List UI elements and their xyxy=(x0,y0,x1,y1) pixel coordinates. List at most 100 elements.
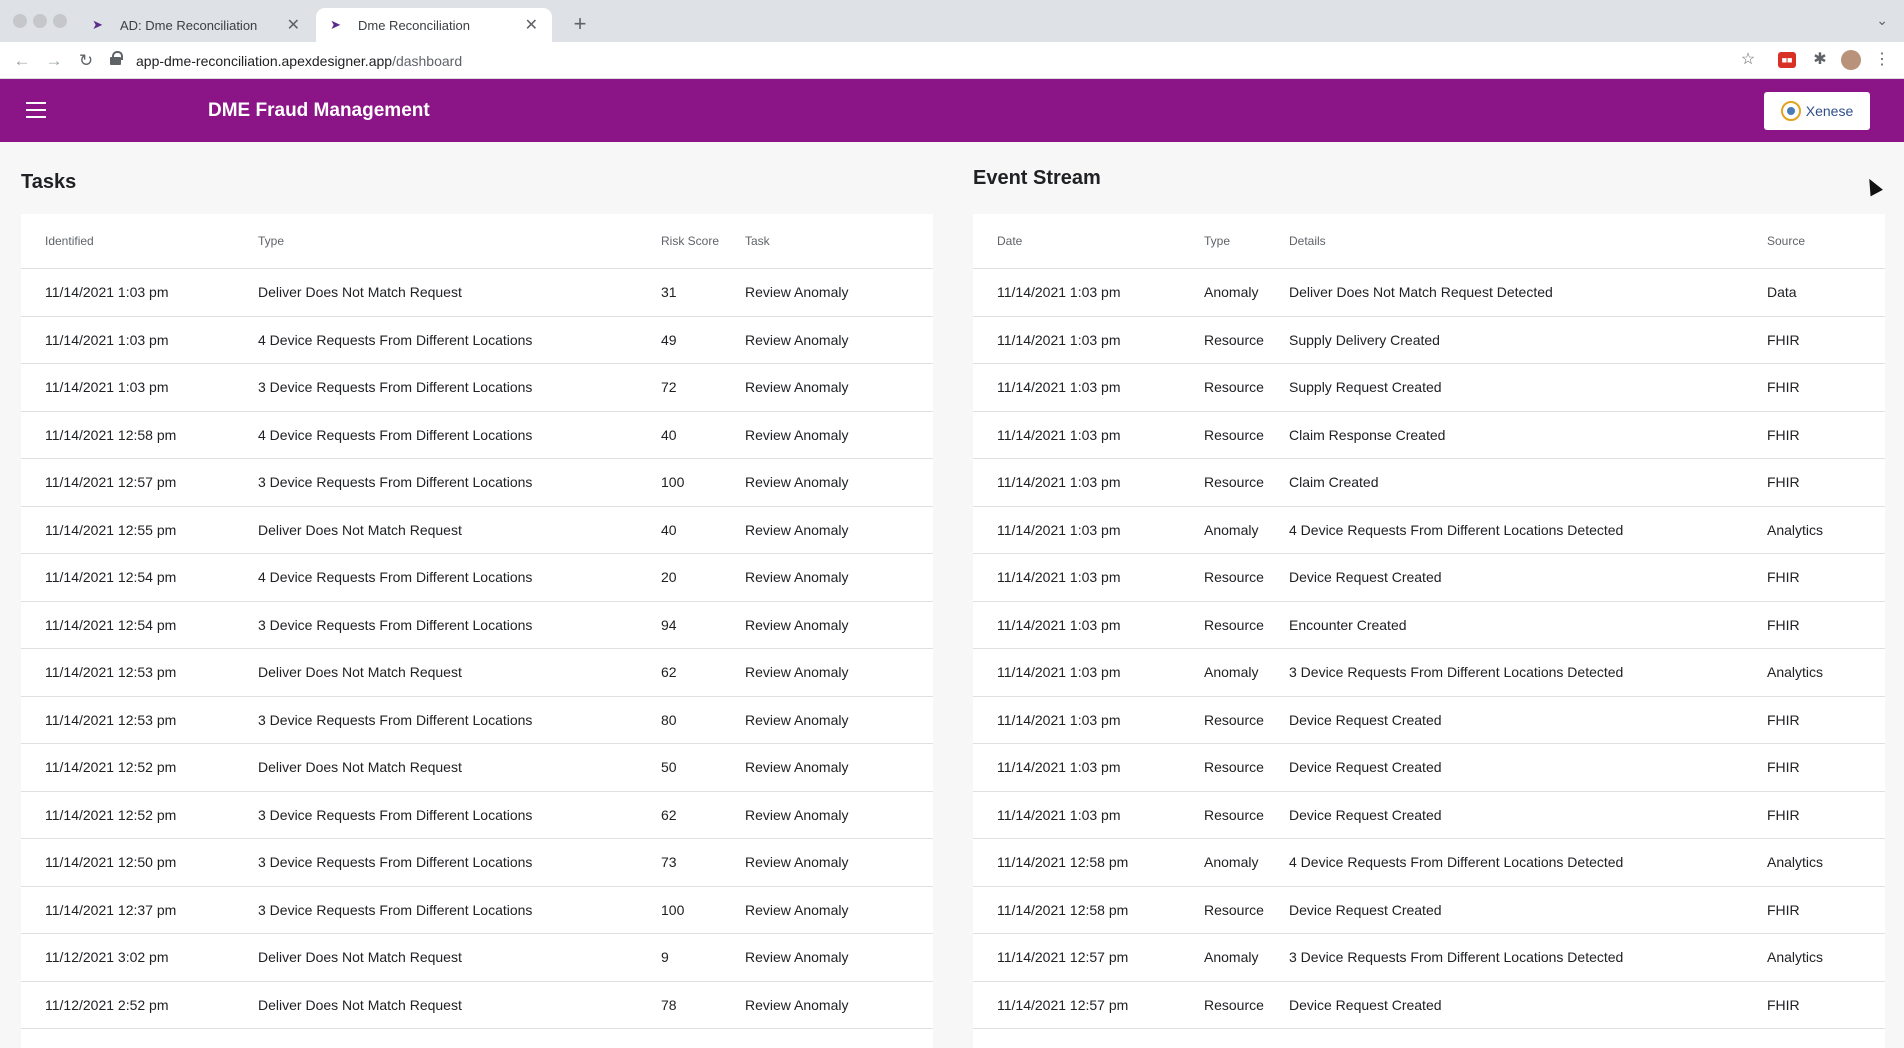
address-bar[interactable]: app-dme-reconciliation.apexdesigner.app /… xyxy=(110,46,1760,75)
close-icon[interactable]: ✕ xyxy=(525,15,538,35)
table-row[interactable]: 11/14/2021 1:03 pm Resource Device Request… xyxy=(973,697,1885,744)
table-row[interactable]: 11/14/2021 12:57 pm Resource Device Reques… xyxy=(973,982,1885,1029)
extension-icon[interactable]: ■■ xyxy=(1778,52,1796,68)
table-row[interactable]: 11/14/2021 1:03 pm 3 Device Requests From… xyxy=(21,364,933,412)
cell-source: FHIR xyxy=(1767,901,1800,918)
table-row[interactable]: 11/14/2021 12:52 pm Deliver Does Not Matc… xyxy=(21,744,933,792)
table-row[interactable]: 11/14/2021 12:53 pm 3 Device Requests Fro… xyxy=(21,697,933,744)
cell-details: Device Request Created xyxy=(1289,759,1442,776)
back-icon[interactable]: ← xyxy=(10,49,34,73)
cell-type: Anomaly xyxy=(1204,664,1259,681)
chevron-down-icon[interactable]: ⌄ xyxy=(1876,12,1888,29)
cell-details: Supply Delivery Created xyxy=(1289,331,1440,348)
table-row[interactable]: 11/14/2021 12:57 pm 3 Device Requests Fro… xyxy=(21,459,933,507)
table-row[interactable]: 11/14/2021 1:03 pm Resource Encounter Crea… xyxy=(973,602,1885,649)
table-row[interactable]: 11/14/2021 12:58 pm 4 Device Requests Fro… xyxy=(21,412,933,459)
cell-task: Review Anomaly xyxy=(745,284,849,301)
cell-date: 11/14/2021 1:03 pm xyxy=(997,569,1121,586)
cell-type: Deliver Does Not Match Request xyxy=(258,949,462,966)
cell-type: Deliver Does Not Match Request xyxy=(258,664,462,681)
column-header-source[interactable]: Source xyxy=(1767,234,1885,248)
column-header-details[interactable]: Details xyxy=(1289,234,1767,248)
table-row[interactable]: 11/14/2021 12:37 pm 3 Device Requests Fro… xyxy=(21,887,933,934)
cell-type: Deliver Does Not Match Request xyxy=(258,521,462,538)
puzzle-icon[interactable]: ✱ xyxy=(1810,50,1830,70)
cell-date: 11/14/2021 1:03 pm xyxy=(997,426,1121,443)
cell-details: Device Request Created xyxy=(1289,569,1442,586)
cell-risk-score: 100 xyxy=(661,474,685,491)
column-header-task[interactable]: Task xyxy=(745,234,933,248)
table-row[interactable]: 11/14/2021 1:03 pm Resource Claim Response… xyxy=(973,412,1885,459)
events-table-header: Date Type Details Source xyxy=(973,214,1885,269)
cell-type: Resource xyxy=(1204,901,1264,918)
table-row[interactable]: 11/14/2021 12:52 pm 3 Device Requests Fro… xyxy=(21,792,933,839)
browser-tab-admin[interactable]: ➤ AD: Dme Reconciliation ✕ xyxy=(78,8,314,42)
table-row[interactable]: 11/14/2021 1:03 pm Resource Supply Request… xyxy=(973,364,1885,412)
close-icon[interactable]: ✕ xyxy=(287,15,300,35)
window-zoom-dot[interactable] xyxy=(53,14,67,28)
table-row[interactable]: 11/14/2021 12:55 pm Deliver Does Not Matc… xyxy=(21,507,933,554)
browser-tab-app[interactable]: ➤ Dme Reconciliation ✕ xyxy=(316,8,552,42)
tasks-table: Identified Type Risk Score Task 11/14/20… xyxy=(21,214,933,1048)
cell-type: 4 Device Requests From Different Locatio… xyxy=(258,331,533,348)
table-row[interactable]: 11/14/2021 1:03 pm Resource Device Request… xyxy=(973,554,1885,602)
cell-risk-score: 73 xyxy=(661,854,677,871)
cell-date: 11/14/2021 1:03 pm xyxy=(997,379,1121,396)
column-header-identified[interactable]: Identified xyxy=(45,234,258,248)
table-row[interactable]: 11/14/2021 12:53 pm Deliver Does Not Matc… xyxy=(21,649,933,697)
more-vert-icon[interactable]: ⋮ xyxy=(1872,50,1892,70)
table-row[interactable]: 11/14/2021 12:50 pm 3 Device Requests Fro… xyxy=(21,839,933,887)
cell-type: 3 Device Requests From Different Locatio… xyxy=(258,901,533,918)
cell-source: FHIR xyxy=(1767,474,1800,491)
window-minimize-dot[interactable] xyxy=(33,14,47,28)
column-header-type[interactable]: Type xyxy=(258,234,661,248)
cell-source: FHIR xyxy=(1767,996,1800,1013)
cell-identified: 11/14/2021 12:57 pm xyxy=(45,474,177,491)
cell-type: Anomaly xyxy=(1204,521,1259,538)
cell-task: Review Anomaly xyxy=(745,569,849,586)
window-close-dot[interactable] xyxy=(13,14,27,28)
cell-risk-score: 72 xyxy=(661,379,677,396)
star-icon[interactable]: ☆ xyxy=(1738,50,1758,70)
table-row[interactable]: 11/14/2021 1:03 pm Resource Supply Deliver… xyxy=(973,317,1885,364)
cell-type: 3 Device Requests From Different Locatio… xyxy=(258,474,533,491)
company-logo[interactable]: Xenese xyxy=(1764,92,1870,130)
new-tab-icon[interactable]: + xyxy=(566,10,594,38)
cell-date: 11/14/2021 1:03 pm xyxy=(997,474,1121,491)
menu-icon[interactable] xyxy=(26,102,46,118)
cell-identified: 11/12/2021 3:02 pm xyxy=(45,949,169,966)
cell-type: Deliver Does Not Match Request xyxy=(258,284,462,301)
table-row[interactable]: 11/12/2021 2:52 pm Deliver Does Not Match… xyxy=(21,982,933,1029)
cell-date: 11/14/2021 1:03 pm xyxy=(997,284,1121,301)
table-row[interactable]: 11/14/2021 1:03 pm 4 Device Requests From… xyxy=(21,317,933,364)
events-table-body: 11/14/2021 1:03 pm Anomaly Deliver Does No… xyxy=(973,269,1885,1029)
table-row[interactable]: 11/14/2021 1:03 pm Anomaly 3 Device Reques… xyxy=(973,649,1885,697)
avatar[interactable] xyxy=(1841,50,1861,70)
cell-source: Data xyxy=(1767,284,1797,301)
cell-type: Resource xyxy=(1204,759,1264,776)
table-row[interactable]: 11/14/2021 1:03 pm Anomaly 4 Device Reques… xyxy=(973,507,1885,554)
column-header-risk-score[interactable]: Risk Score xyxy=(661,234,745,248)
cell-risk-score: 9 xyxy=(661,949,669,966)
table-row[interactable]: 11/14/2021 12:54 pm 3 Device Requests Fro… xyxy=(21,602,933,649)
table-row[interactable]: 11/12/2021 3:02 pm Deliver Does Not Match… xyxy=(21,934,933,982)
cell-details: 3 Device Requests From Different Locatio… xyxy=(1289,949,1624,966)
reload-icon[interactable]: ↻ xyxy=(74,49,98,73)
cell-risk-score: 50 xyxy=(661,759,677,776)
cell-type: 3 Device Requests From Different Locatio… xyxy=(258,711,533,728)
table-row[interactable]: 11/14/2021 12:54 pm 4 Device Requests Fro… xyxy=(21,554,933,602)
cell-identified: 11/14/2021 12:50 pm xyxy=(45,854,177,871)
forward-icon[interactable]: → xyxy=(42,49,66,73)
table-row[interactable]: 11/14/2021 1:03 pm Deliver Does Not Match… xyxy=(21,269,933,317)
column-header-date[interactable]: Date xyxy=(997,234,1204,248)
table-row[interactable]: 11/14/2021 1:03 pm Resource Device Request… xyxy=(973,792,1885,839)
table-row[interactable]: 11/14/2021 1:03 pm Resource Device Request… xyxy=(973,744,1885,792)
mouse-cursor-icon xyxy=(1863,175,1883,197)
column-header-type[interactable]: Type xyxy=(1204,234,1289,248)
table-row[interactable]: 11/14/2021 12:57 pm Anomaly 3 Device Reque… xyxy=(973,934,1885,982)
table-row[interactable]: 11/14/2021 12:58 pm Anomaly 4 Device Reque… xyxy=(973,839,1885,887)
cell-source: FHIR xyxy=(1767,616,1800,633)
table-row[interactable]: 11/14/2021 1:03 pm Resource Claim Created F… xyxy=(973,459,1885,507)
table-row[interactable]: 11/14/2021 1:03 pm Anomaly Deliver Does No… xyxy=(973,269,1885,317)
table-row[interactable]: 11/14/2021 12:58 pm Resource Device Reques… xyxy=(973,887,1885,934)
